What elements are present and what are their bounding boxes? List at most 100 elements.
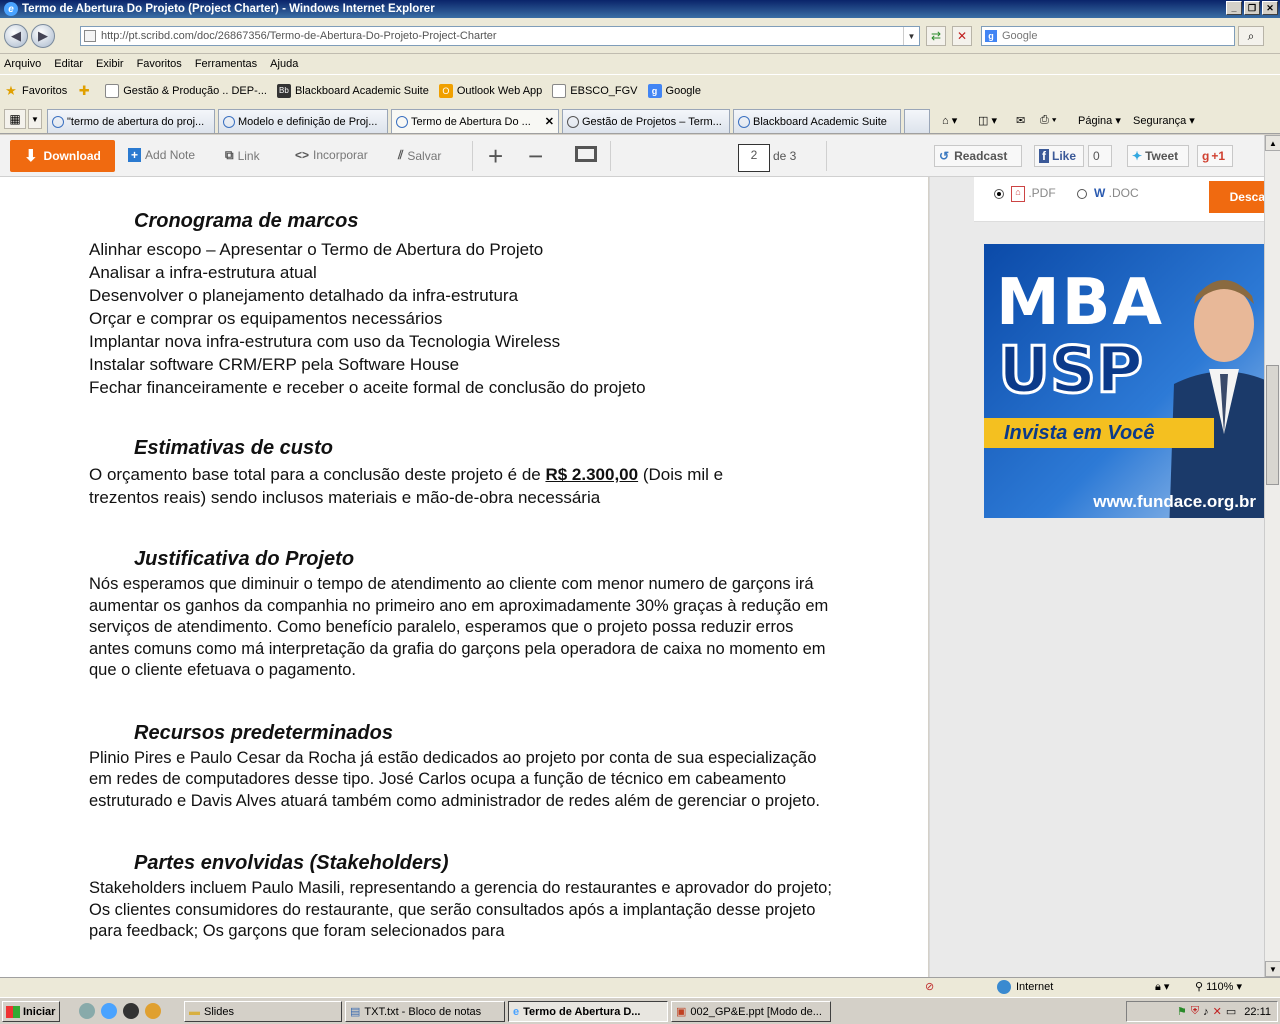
milestone-line: Analisar a infra-estrutura atual [89,263,317,282]
mail-icon[interactable]: ✉ [1016,114,1025,127]
media-player-icon[interactable] [123,1003,139,1019]
add-favorite-button[interactable]: ✚ [77,83,95,98]
task-label: Termo de Abertura D... [523,1005,641,1018]
save-button[interactable]: ⫽ Salvar [398,148,441,163]
menu-arquivo[interactable]: Arquivo [4,58,41,70]
scroll-up-icon[interactable]: ▲ [1265,135,1280,151]
save-label: Salvar [407,148,442,163]
security-menu[interactable]: Segurança ▾ [1133,114,1195,128]
menu-exibir[interactable]: Exibir [96,58,124,70]
alert-icon[interactable]: ✕ [1213,1005,1222,1018]
zoom-level[interactable]: ⚲ 110% ▾ [1195,980,1242,993]
task-slides[interactable]: ▬ Slides [184,1001,342,1022]
address-dropdown-icon[interactable]: ▼ [903,27,919,45]
fav-gestao-producao[interactable]: Gestão & Produção .. DEP-... [105,83,267,98]
quick-tabs-icon[interactable]: ▦ [4,109,26,129]
fav-outlook[interactable]: O Outlook Web App [438,83,542,98]
volume-icon[interactable]: ♪ [1203,1006,1209,1018]
scroll-thumb[interactable] [1266,365,1279,485]
tab-modelo[interactable]: Modelo e definição de Proj... [218,109,388,133]
add-note-button[interactable]: + Add Note [128,148,195,162]
page-menu[interactable]: Página ▾ [1078,114,1121,128]
tab-gestao[interactable]: Gestão de Projetos – Term... [562,109,730,133]
home-icon[interactable]: ⌂ ▾ [942,114,957,127]
doc-option[interactable]: W .DOC [1094,186,1139,200]
security-menu-label: Segurança [1133,114,1187,127]
fullscreen-icon[interactable] [575,146,597,162]
pdf-option[interactable]: ⌂ .PDF [1011,186,1056,202]
address-bar[interactable]: http://pt.scribd.com/doc/26867356/Termo-… [80,26,920,46]
search-button[interactable]: ⌕ [1238,26,1264,46]
doc-radio[interactable] [1077,189,1087,199]
menu-favoritos[interactable]: Favoritos [137,58,182,70]
vertical-scrollbar[interactable]: ▲ ▼ [1264,135,1280,977]
start-button[interactable]: Iniciar [2,1001,60,1022]
menu-ferramentas[interactable]: Ferramentas [195,58,257,70]
readcast-button[interactable]: ↺ Readcast [934,145,1022,167]
protected-mode-icon[interactable]: 🔒︎ ▾ [1155,980,1169,994]
fav-label: Gestão & Produção .. DEP-... [123,84,267,97]
antivirus-icon[interactable]: ⛨ [1191,1005,1199,1018]
pdf-radio[interactable] [994,189,1004,199]
zoom-out-icon[interactable]: − [528,141,543,172]
quicklaunch-icon[interactable] [79,1003,95,1019]
twitter-icon: ✦ [1132,149,1143,163]
fav-google[interactable]: g Google [647,83,701,98]
cost-paragraph: O orçamento base total para a conclusão … [89,463,789,509]
network-icon[interactable]: ⚑ [1177,1005,1187,1018]
task-notepad[interactable]: ▤ TXT.txt - Bloco de notas [345,1001,505,1022]
google-plus-button[interactable]: g +1 [1197,145,1233,167]
new-tab-button[interactable] [904,109,930,133]
ie-quicklaunch-icon[interactable] [101,1003,117,1019]
toolbar-divider [826,141,827,171]
task-powerpoint[interactable]: ▣ 002_GP&E.ppt [Modo de... [671,1001,831,1022]
tab-termo-search[interactable]: "termo de abertura do proj... [47,109,215,133]
document-page: Cronograma de marcos Alinhar escopo – Ap… [89,177,849,943]
scroll-down-icon[interactable]: ▼ [1265,961,1280,977]
zoom-dropdown-icon: ▾ [1236,981,1243,993]
back-button[interactable]: ◀ [4,24,28,48]
mba-usp-ad[interactable]: MBA USP Invista em Você www.fundace.org.… [984,244,1264,518]
tweet-button[interactable]: ✦ Tweet [1127,145,1189,167]
embed-button[interactable]: <> Incorporar [295,148,368,162]
task-ie[interactable]: e Termo de Abertura D... [508,1001,668,1022]
ie-icon: e [513,1005,520,1018]
status-bar: ⊘ Internet 🔒︎ ▾ ⚲ 110% ▾ [0,977,1280,997]
milestone-line: Orçar e comprar os equipamentos necessár… [89,309,443,328]
page-number-input[interactable]: 2 [738,144,770,172]
clock[interactable]: 22:11 [1244,1006,1271,1018]
right-sidebar: ⌂ .PDF W .DOC Descargar MBA USP Invista … [929,177,1280,977]
feeds-icon[interactable]: ◫ ▾ [978,114,997,127]
tab-list-icon[interactable]: ▼ [28,109,42,129]
stop-button[interactable]: ✕ [952,26,972,46]
download-label: Download [43,149,101,163]
menu-ajuda[interactable]: Ajuda [270,58,298,70]
tab-termo-active[interactable]: Termo de Abertura Do ... ✕ [391,109,559,133]
facebook-like-button[interactable]: f Like [1034,145,1084,167]
fav-ebsco[interactable]: EBSCO_FGV [552,83,638,98]
link-button[interactable]: ⧉ Link [225,148,260,163]
refresh-button[interactable]: ⇄ [926,26,946,46]
document-viewer[interactable]: Cronograma de marcos Alinhar escopo – Ap… [0,177,928,977]
print-icon[interactable]: ⎙ ▾ [1040,114,1056,127]
zoom-in-icon[interactable]: + [488,141,503,172]
link-icon: ⧉ [225,148,234,162]
display-icon[interactable]: ▭ [1226,1005,1236,1018]
restore-button[interactable]: ❐ [1244,1,1260,15]
close-window-button[interactable]: ✕ [1262,1,1278,15]
toolbar-divider [610,141,611,171]
download-button[interactable]: ⬇ Download [10,140,115,172]
zoom-icon: ⚲ [1195,981,1204,993]
firefox-icon[interactable] [145,1003,161,1019]
tab-blackboard[interactable]: Blackboard Academic Suite [733,109,901,133]
forward-button[interactable]: ▶ [31,24,55,48]
readcast-icon: ↺ [939,149,950,163]
tab-label: Blackboard Academic Suite [753,115,887,128]
search-input[interactable]: g Google [981,26,1235,46]
page-icon [84,30,96,42]
close-tab-icon[interactable]: ✕ [541,115,554,128]
favorites-button[interactable]: ★ Favoritos [4,83,67,98]
menu-editar[interactable]: Editar [54,58,83,70]
minimize-button[interactable]: _ [1226,1,1242,15]
fav-blackboard[interactable]: Bb Blackboard Academic Suite [276,83,429,98]
